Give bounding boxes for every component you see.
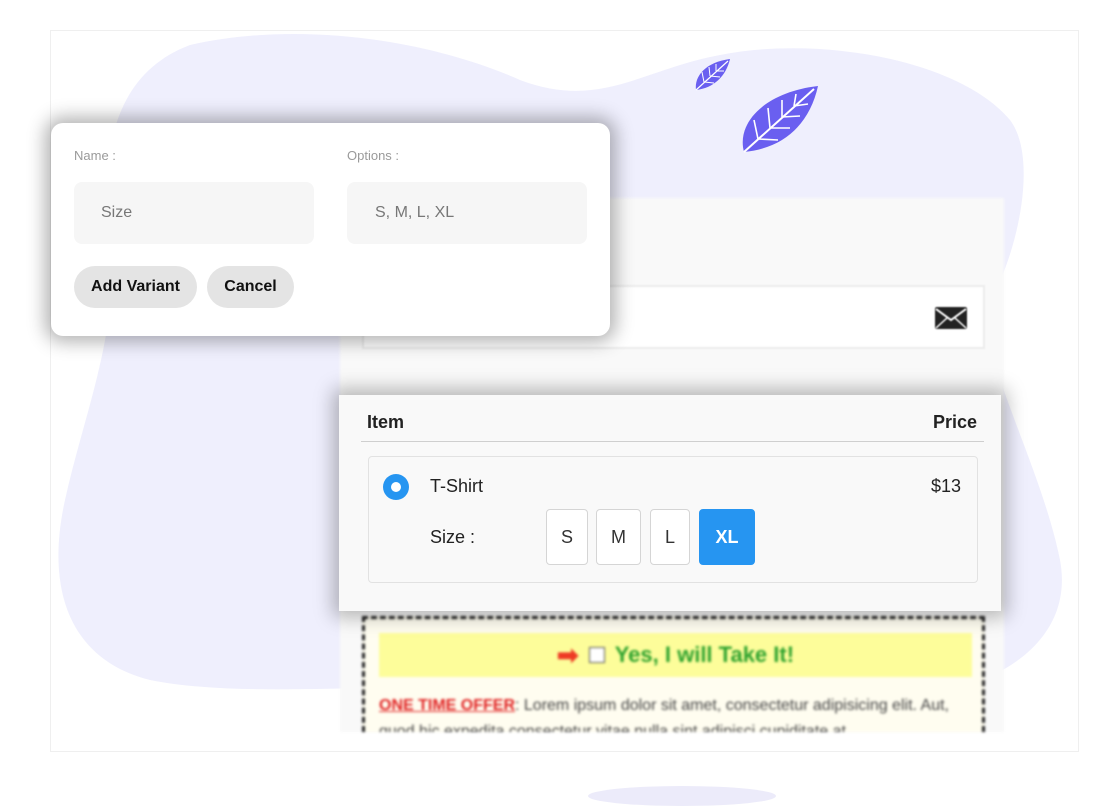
product-price: $13 [930,476,961,496]
one-time-offer-box: ➡ Yes, I will Take It! ONE TIME OFFER: L… [362,616,985,732]
large-leaf-icon [742,86,818,153]
size-option-xl[interactable]: XL [699,509,755,565]
floor-shadow [588,786,776,806]
name-label: Name : [74,148,116,163]
size-option-l[interactable]: L [650,509,690,565]
item-selection-card: Item Price T-Shirt $13 Size : S M L XL [339,395,1001,611]
arrow-right-icon: ➡ [556,639,579,670]
offer-label: ONE TIME OFFER [379,697,515,714]
variant-options-input[interactable] [347,182,587,244]
small-leaf-icon [695,59,730,91]
options-label: Options : [347,148,400,163]
offer-headline: Yes, I will Take It! [614,642,795,667]
header-divider [361,441,984,442]
add-variant-button[interactable]: Add Variant [74,266,197,308]
cancel-button[interactable]: Cancel [207,266,294,308]
envelope-icon [935,307,967,329]
offer-description: ONE TIME OFFER: Lorem ipsum dolor sit am… [379,693,969,732]
item-column-header: Item [367,412,405,432]
product-name: T-Shirt [430,476,484,496]
offer-checkbox [588,647,605,663]
size-option-s[interactable]: S [546,509,588,565]
offer-headline-bar: ➡ Yes, I will Take It! [379,633,972,677]
variant-name-input[interactable] [74,182,314,244]
radio-selected-dot [391,482,401,492]
add-variant-card: Name : Options : Add Variant Cancel [51,123,610,336]
product-row: T-Shirt $13 Size : S M L XL [368,456,978,583]
size-option-m[interactable]: M [596,509,641,565]
size-label: Size : [430,527,476,547]
price-column-header: Price [932,412,977,432]
product-radio-button[interactable] [383,474,409,500]
